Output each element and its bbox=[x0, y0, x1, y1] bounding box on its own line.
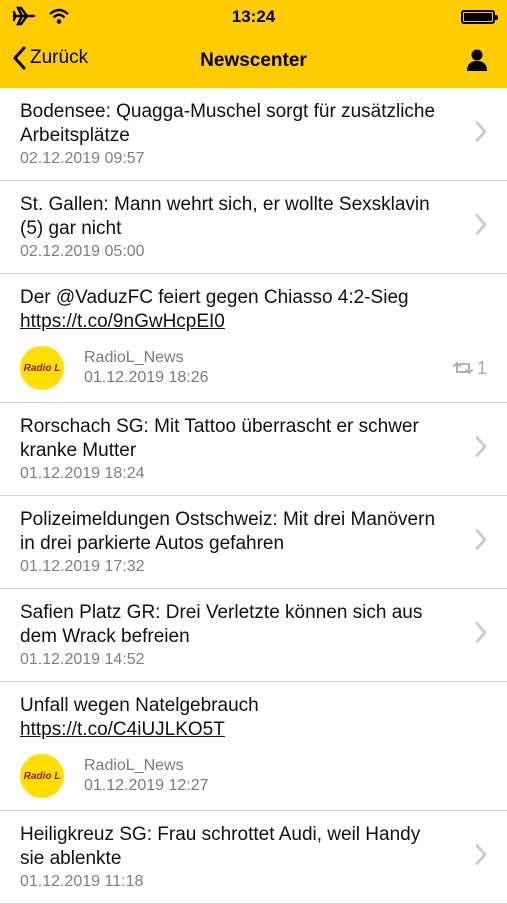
disclosure-indicator bbox=[475, 436, 487, 463]
retweet-icon bbox=[453, 362, 473, 374]
news-item[interactable]: Heiligkreuz SG: Frau schrottet Audi, wei… bbox=[0, 811, 507, 904]
tweet-item[interactable]: Der @VaduzFC feiert gegen Chiasso 4:2-Si… bbox=[0, 274, 507, 403]
news-title: Rorschach SG: Mit Tattoo überrascht er s… bbox=[20, 416, 419, 461]
retweet-number: 1 bbox=[476, 357, 487, 378]
page-title: Newscenter bbox=[200, 50, 307, 71]
profile-button[interactable] bbox=[465, 48, 489, 77]
avatar-logo-text: Radio L bbox=[23, 770, 61, 782]
chevron-right-icon bbox=[475, 529, 487, 550]
news-title: Heiligkreuz SG: Frau schrottet Audi, wei… bbox=[20, 824, 421, 869]
disclosure-indicator bbox=[475, 622, 487, 649]
tweet-link[interactable]: https://t.co/C4iUJLKO5T bbox=[20, 718, 507, 742]
chevron-right-icon bbox=[475, 214, 487, 235]
tweet-text: Unfall wegen Natelgebrauch bbox=[20, 695, 259, 716]
disclosure-indicator bbox=[475, 214, 487, 241]
avatar-logo-text: Radio L bbox=[23, 362, 61, 374]
news-date: 02.12.2019 05:00 bbox=[20, 243, 145, 260]
news-title: Bodensee: Quagga-Muschel sorgt für zusät… bbox=[20, 101, 436, 146]
news-item[interactable]: Rorschach SG: Mit Tattoo überrascht er s… bbox=[0, 403, 507, 496]
news-date: 01.12.2019 14:52 bbox=[20, 651, 145, 668]
news-item[interactable]: Polizeimeldungen Ostschweiz: Mit drei Ma… bbox=[0, 496, 507, 589]
news-item[interactable]: Bodensee: Quagga-Muschel sorgt für zusät… bbox=[0, 88, 507, 181]
avatar: Radio L bbox=[20, 754, 64, 798]
news-date: 02.12.2019 09:57 bbox=[20, 150, 145, 167]
disclosure-indicator bbox=[475, 529, 487, 556]
battery-icon bbox=[461, 10, 498, 24]
tweet-text: Der @VaduzFC feiert gegen Chiasso 4:2-Si… bbox=[20, 287, 409, 308]
news-title: St. Gallen: Mann wehrt sich, er wollte S… bbox=[20, 194, 430, 239]
news-title: Polizeimeldungen Ostschweiz: Mit drei Ma… bbox=[20, 509, 436, 554]
news-item[interactable]: St. Gallen: Mann wehrt sich, er wollte S… bbox=[0, 181, 507, 274]
retweet-count[interactable]: 1 bbox=[453, 358, 487, 379]
chevron-right-icon bbox=[475, 844, 487, 865]
news-date: 01.12.2019 11:18 bbox=[20, 873, 144, 890]
chevron-right-icon bbox=[475, 436, 487, 457]
status-time: 13:24 bbox=[231, 7, 276, 26]
news-date: 01.12.2019 17:32 bbox=[20, 558, 145, 575]
header: 13:24 Zurück Newscenter bbox=[0, 0, 507, 88]
person-icon bbox=[467, 49, 487, 71]
chevron-right-icon bbox=[475, 622, 487, 643]
tweet-date: 01.12.2019 12:27 bbox=[84, 777, 209, 794]
news-date: 01.12.2019 18:24 bbox=[20, 465, 145, 482]
tweet-meta: Radio L RadioL_News 01.12.2019 12:27 bbox=[20, 754, 507, 798]
disclosure-indicator bbox=[475, 844, 487, 871]
tweet-date: 01.12.2019 18:26 bbox=[84, 369, 209, 386]
news-title: Safien Platz GR: Drei Verletzte können s… bbox=[20, 602, 423, 647]
status-bar: 13:24 bbox=[0, 0, 507, 34]
tweet-item[interactable]: Unfall wegen Natelgebrauch https://t.co/C… bbox=[0, 682, 507, 811]
tweet-meta: Radio L RadioL_News 01.12.2019 18:26 1 bbox=[20, 346, 507, 390]
news-item[interactable]: Safien Platz GR: Drei Verletzte können s… bbox=[0, 589, 507, 682]
chevron-right-icon bbox=[475, 121, 487, 142]
avatar: Radio L bbox=[20, 346, 64, 390]
disclosure-indicator bbox=[475, 121, 487, 148]
navigation-bar: Zurück Newscenter bbox=[0, 34, 507, 88]
tweet-link[interactable]: https://t.co/9nGwHcpEI0 bbox=[20, 310, 507, 334]
tweet-username: RadioL_News bbox=[84, 349, 184, 366]
news-list: Bodensee: Quagga-Muschel sorgt für zusät… bbox=[0, 88, 507, 904]
tweet-username: RadioL_News bbox=[84, 757, 184, 774]
